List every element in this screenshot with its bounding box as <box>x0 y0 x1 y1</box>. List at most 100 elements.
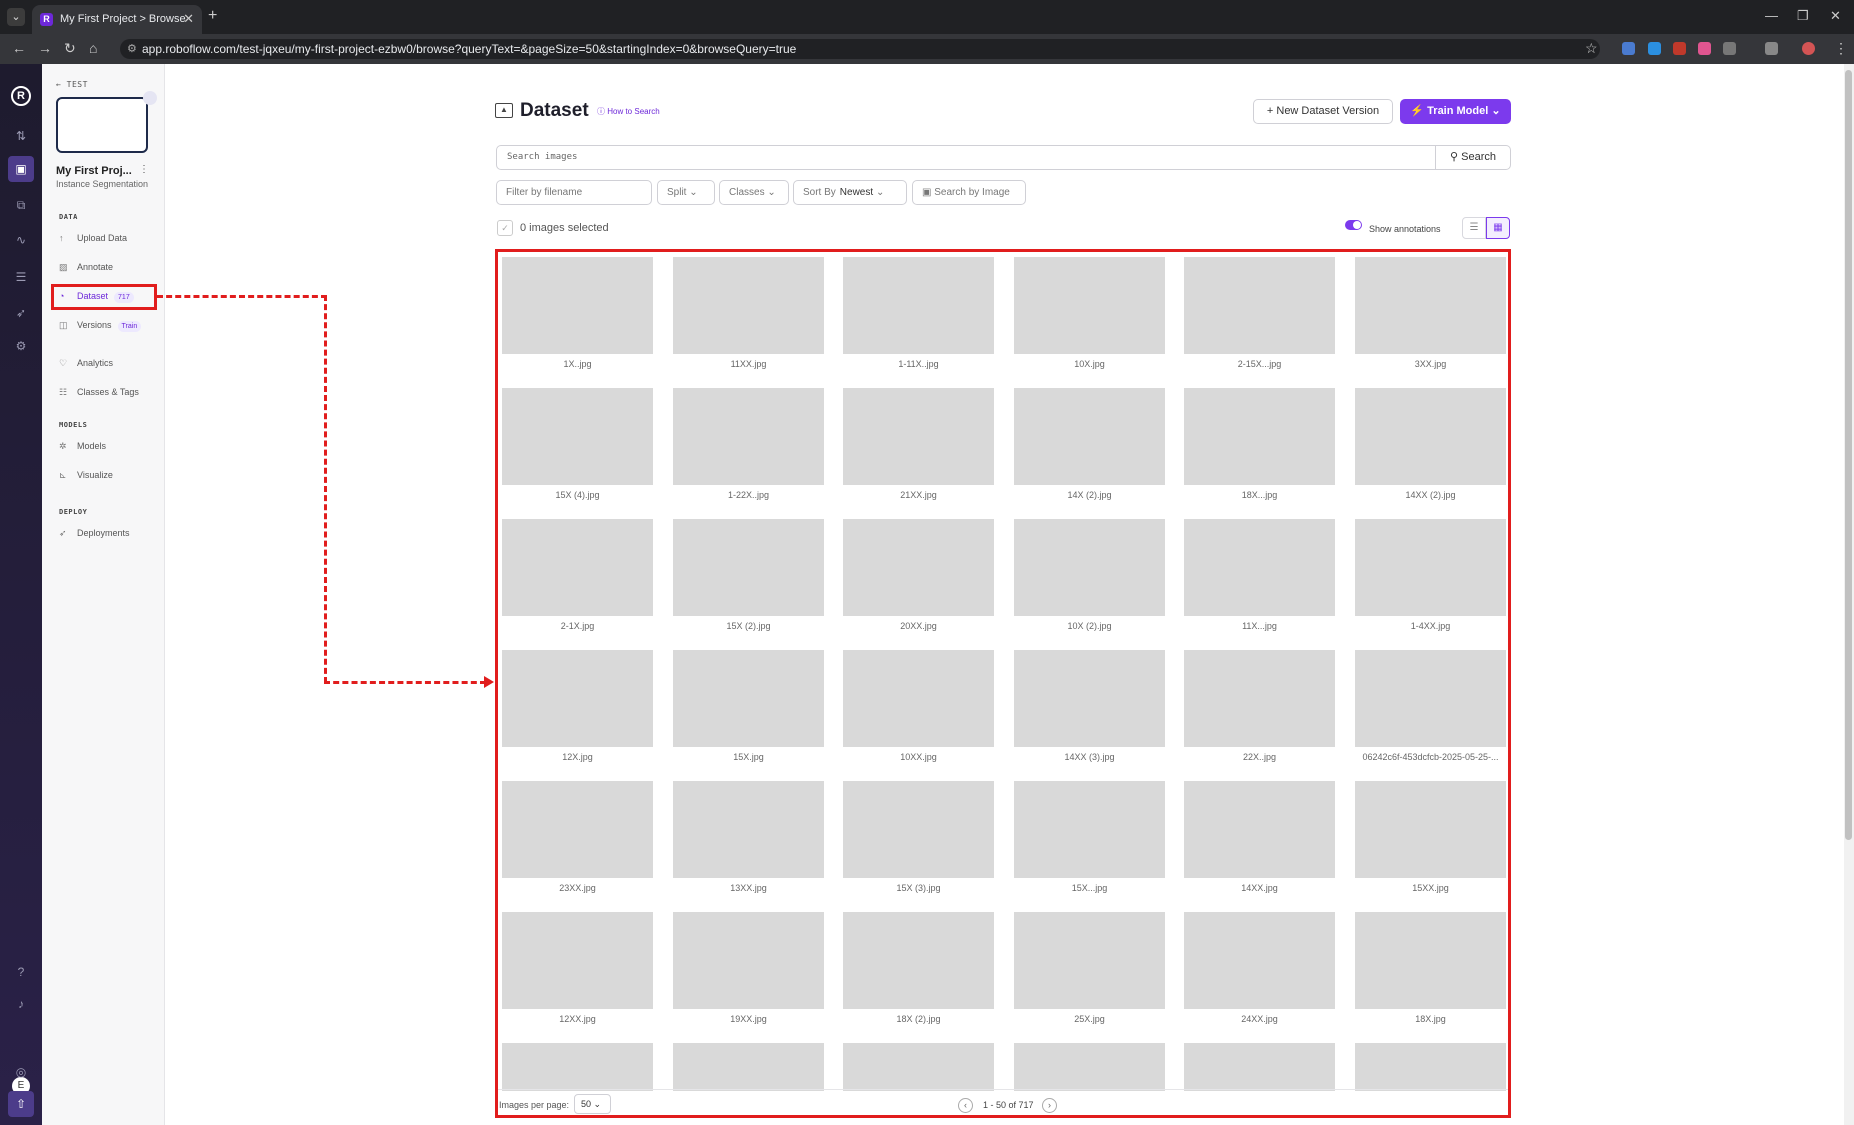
train-model-button[interactable]: ⚡ Train Model ⌄ <box>1400 99 1511 124</box>
image-thumbnail[interactable] <box>1184 519 1335 616</box>
workflows-icon[interactable]: ⧉ <box>13 197 29 213</box>
restore-icon[interactable]: ❐ <box>1797 8 1809 24</box>
link-icon[interactable] <box>1765 42 1778 55</box>
notifications-bell-icon[interactable]: ♪ <box>13 996 29 1012</box>
image-card[interactable] <box>673 1043 824 1091</box>
image-thumbnail[interactable] <box>1014 650 1165 747</box>
image-card[interactable]: 15X (2).jpg <box>673 519 824 649</box>
image-thumbnail[interactable] <box>673 388 824 485</box>
sidebar-item-models[interactable]: ✲ Models <box>59 438 159 454</box>
image-card[interactable] <box>1014 1043 1165 1091</box>
image-thumbnail[interactable] <box>1184 650 1335 747</box>
image-card[interactable]: 10XX.jpg <box>843 650 994 780</box>
image-card[interactable]: 15X (4).jpg <box>502 388 653 518</box>
image-thumbnail[interactable] <box>502 781 653 878</box>
window-close-icon[interactable]: ✕ <box>1830 8 1841 24</box>
image-thumbnail[interactable] <box>1014 257 1165 354</box>
image-thumbnail[interactable] <box>1355 781 1506 878</box>
image-thumbnail[interactable] <box>502 1043 653 1091</box>
image-card[interactable]: 12X.jpg <box>502 650 653 780</box>
image-thumbnail[interactable] <box>673 650 824 747</box>
image-thumbnail[interactable] <box>1355 388 1506 485</box>
image-thumbnail[interactable] <box>673 912 824 1009</box>
image-card[interactable]: 14XX.jpg <box>1184 781 1335 911</box>
image-card[interactable]: 1-22X..jpg <box>673 388 824 518</box>
image-card[interactable]: 15XX.jpg <box>1355 781 1506 911</box>
image-card[interactable]: 11XX.jpg <box>673 257 824 387</box>
how-to-search-link[interactable]: ⓘ How to Search <box>597 106 660 117</box>
download-icon[interactable] <box>1648 42 1661 55</box>
help-icon[interactable]: ? <box>13 964 29 980</box>
previous-page-icon[interactable]: ‹ <box>958 1098 973 1113</box>
forward-arrow-icon[interactable]: → <box>38 40 52 56</box>
image-card[interactable]: 14XX (2).jpg <box>1355 388 1506 518</box>
image-card[interactable] <box>502 1043 653 1091</box>
sidebar-item-upload-data[interactable]: ↑ Upload Data <box>59 230 159 246</box>
search-input[interactable]: Search images <box>496 145 1436 170</box>
image-card[interactable]: 10X.jpg <box>1014 257 1165 387</box>
tab-search-chevron-icon[interactable]: ⌄ <box>7 8 25 26</box>
image-thumbnail[interactable] <box>673 1043 824 1091</box>
site-info-icon[interactable]: ⚙ <box>127 39 137 59</box>
image-thumbnail[interactable] <box>1184 912 1335 1009</box>
image-card[interactable]: 1-4XX.jpg <box>1355 519 1506 649</box>
image-card[interactable]: 13XX.jpg <box>673 781 824 911</box>
image-thumbnail[interactable] <box>502 912 653 1009</box>
image-card[interactable]: 18X (2).jpg <box>843 912 994 1042</box>
image-thumbnail[interactable] <box>1184 388 1335 485</box>
image-card[interactable]: 18X...jpg <box>1184 388 1335 518</box>
settings-icon[interactable]: ⚙ <box>13 338 29 354</box>
menu-dots-icon[interactable]: ⋮ <box>1834 40 1848 57</box>
image-card[interactable]: 24XX.jpg <box>1184 912 1335 1042</box>
sidebar-item-versions[interactable]: ◫ Versions Train <box>59 317 159 333</box>
image-thumbnail[interactable] <box>502 650 653 747</box>
new-dataset-version-button[interactable]: + New Dataset Version <box>1253 99 1393 124</box>
sort-by-dropdown[interactable]: Sort By Newest ⌄ <box>793 180 907 205</box>
image-thumbnail[interactable] <box>1184 257 1335 354</box>
bookmark-star-icon[interactable]: ☆ <box>1585 40 1598 57</box>
image-thumbnail[interactable] <box>1355 650 1506 747</box>
image-card[interactable]: 22X..jpg <box>1184 650 1335 780</box>
sidebar-item-annotate[interactable]: ▨ Annotate <box>59 259 159 275</box>
extension-icon[interactable] <box>1622 42 1635 55</box>
images-per-page-select[interactable]: 50 ⌄ <box>574 1094 611 1114</box>
sidebar-item-classes-tags[interactable]: ☷ Classes & Tags <box>59 384 159 400</box>
image-card[interactable]: 15X.jpg <box>673 650 824 780</box>
image-thumbnail[interactable] <box>843 388 994 485</box>
image-thumbnail[interactable] <box>843 781 994 878</box>
back-to-workspace-link[interactable]: ← TEST <box>56 80 88 89</box>
image-thumbnail[interactable] <box>502 519 653 616</box>
image-thumbnail[interactable] <box>1014 912 1165 1009</box>
select-all-checkbox[interactable]: ✓ <box>497 220 513 236</box>
image-thumbnail[interactable] <box>843 1043 994 1091</box>
image-card[interactable]: 12XX.jpg <box>502 912 653 1042</box>
image-thumbnail[interactable] <box>1355 519 1506 616</box>
storage-icon[interactable]: ☰ <box>13 269 29 285</box>
upgrade-icon[interactable]: ⇧ <box>8 1091 34 1117</box>
image-card[interactable]: 21XX.jpg <box>843 388 994 518</box>
scrollbar-thumb[interactable] <box>1845 70 1852 840</box>
image-card[interactable]: 23XX.jpg <box>502 781 653 911</box>
universe-icon[interactable]: ◎ <box>13 1064 29 1080</box>
image-card[interactable]: 2-15X...jpg <box>1184 257 1335 387</box>
image-card[interactable]: 15X (3).jpg <box>843 781 994 911</box>
image-card[interactable]: 15X...jpg <box>1014 781 1165 911</box>
new-tab-button[interactable]: + <box>208 7 217 25</box>
deploy-icon[interactable]: ➶ <box>13 305 29 321</box>
image-card[interactable] <box>1184 1043 1335 1091</box>
image-card[interactable]: 14X (2).jpg <box>1014 388 1165 518</box>
image-thumbnail[interactable] <box>843 912 994 1009</box>
image-card[interactable]: 11X...jpg <box>1184 519 1335 649</box>
monitoring-icon[interactable]: ∿ <box>13 232 29 248</box>
sidebar-item-deployments[interactable]: ➶ Deployments <box>59 525 159 541</box>
image-card[interactable]: 25X.jpg <box>1014 912 1165 1042</box>
image-card[interactable] <box>843 1043 994 1091</box>
image-card[interactable]: 18X.jpg <box>1355 912 1506 1042</box>
image-thumbnail[interactable] <box>843 257 994 354</box>
image-thumbnail[interactable] <box>673 257 824 354</box>
url-field[interactable]: ⚙ app.roboflow.com/test-jqxeu/my-first-p… <box>120 39 1600 59</box>
image-card[interactable]: 14XX (3).jpg <box>1014 650 1165 780</box>
next-page-icon[interactable]: › <box>1042 1098 1057 1113</box>
image-card[interactable]: 10X (2).jpg <box>1014 519 1165 649</box>
thumbnail-edit-badge[interactable] <box>143 91 157 105</box>
